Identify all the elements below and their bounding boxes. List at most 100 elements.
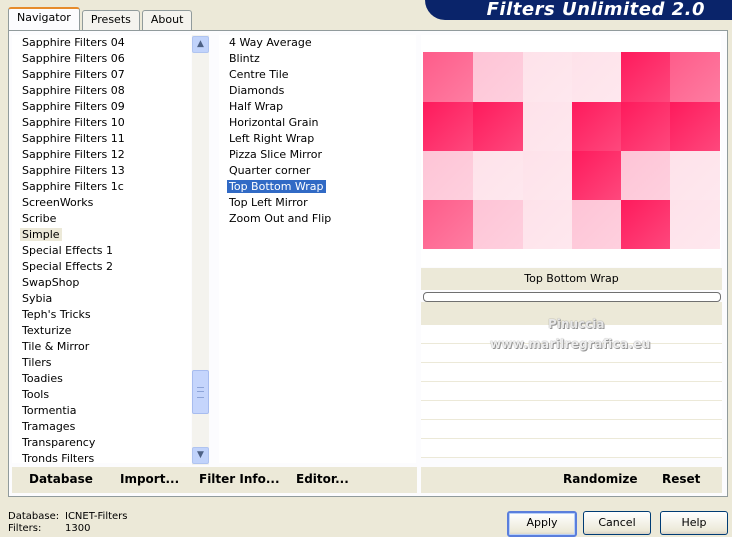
category-label: Toadies	[22, 372, 63, 385]
parameter-row	[421, 439, 722, 458]
filter-list[interactable]: 4 Way Average Blintz Centre Tile Diamonds Ha…	[219, 35, 416, 463]
category-item[interactable]: Tramages	[12, 419, 191, 435]
editor-button[interactable]: Editor...	[296, 472, 349, 486]
category-item[interactable]: Sapphire Filters 08	[12, 83, 191, 99]
category-item[interactable]: Special Effects 2	[12, 259, 191, 275]
left-toolbar: Database Import... Filter Info... Editor…	[12, 467, 417, 493]
import-button[interactable]: Import...	[120, 472, 179, 486]
filter-item[interactable]: Zoom Out and Flip	[219, 211, 416, 227]
scroll-down-button[interactable]: ▼	[192, 447, 209, 464]
preview-tile	[423, 151, 473, 200]
category-item[interactable]: ScreenWorks	[12, 195, 191, 211]
preview-tile	[523, 151, 572, 200]
preview-tile	[572, 102, 621, 151]
filter-item[interactable]: Top Left Mirror	[219, 195, 416, 211]
tab-about[interactable]: About	[141, 10, 193, 30]
scroll-thumb[interactable]	[192, 370, 209, 414]
apply-button[interactable]: Apply	[507, 511, 577, 537]
category-item[interactable]: Sapphire Filters 04	[12, 35, 191, 51]
category-label: Special Effects 2	[22, 260, 114, 273]
category-item[interactable]: Teph's Tricks	[12, 307, 191, 323]
category-item[interactable]: Sapphire Filters 12	[12, 147, 191, 163]
preview-tile	[621, 151, 670, 200]
category-item[interactable]: Sapphire Filters 13	[12, 163, 191, 179]
category-label: Tronds Filters	[22, 452, 95, 463]
category-item[interactable]: Sapphire Filters 07	[12, 67, 191, 83]
category-scrollbar[interactable]: ▲ ▼	[192, 35, 209, 465]
filter-item[interactable]: Pizza Slice Mirror	[219, 147, 416, 163]
filters-label: Filters:	[8, 523, 42, 534]
filter-item[interactable]: Blintz	[219, 51, 416, 67]
category-item[interactable]: Sapphire Filters 09	[12, 99, 191, 115]
category-label: SwapShop	[22, 276, 80, 289]
tab-navigator[interactable]: Navigator	[8, 7, 80, 31]
database-button[interactable]: Database	[29, 472, 93, 486]
category-label: Tramages	[22, 420, 76, 433]
filter-item[interactable]: 4 Way Average	[219, 35, 416, 51]
category-label: Sapphire Filters 06	[22, 52, 125, 65]
category-item[interactable]: Sapphire Filters 06	[12, 51, 191, 67]
filter-label: Blintz	[229, 52, 260, 65]
filter-label: Top Left Mirror	[229, 196, 308, 209]
filter-label: Left Right Wrap	[229, 132, 315, 145]
filter-info-button[interactable]: Filter Info...	[199, 472, 280, 486]
category-label: Sapphire Filters 12	[22, 148, 125, 161]
category-label: Tormentia	[22, 404, 77, 417]
parameter-row	[421, 363, 722, 382]
category-item[interactable]: Simple	[12, 227, 191, 243]
filter-item[interactable]: Diamonds	[219, 83, 416, 99]
category-item[interactable]: Toadies	[12, 371, 191, 387]
preview-tile	[670, 200, 720, 249]
category-item[interactable]: Sapphire Filters 1c	[12, 179, 191, 195]
database-label: Database:	[8, 511, 60, 522]
watermark-url: www.marilregrafica.eu	[490, 337, 651, 351]
category-item[interactable]: Sapphire Filters 11	[12, 131, 191, 147]
category-list[interactable]: Sapphire Filters 04 Sapphire Filters 06 Sa…	[12, 35, 191, 463]
category-item[interactable]: Special Effects 1	[12, 243, 191, 259]
database-value: ICNET-Filters	[65, 511, 128, 522]
filter-item[interactable]: Horizontal Grain	[219, 115, 416, 131]
filter-item[interactable]: Quarter corner	[219, 163, 416, 179]
category-label: Sapphire Filters 10	[22, 116, 125, 129]
category-item[interactable]: Sapphire Filters 10	[12, 115, 191, 131]
category-item[interactable]: Sybia	[12, 291, 191, 307]
scroll-up-button[interactable]: ▲	[192, 36, 209, 53]
filter-item[interactable]: Left Right Wrap	[219, 131, 416, 147]
filter-label: Quarter corner	[229, 164, 311, 177]
progress-bar	[423, 292, 721, 302]
category-item[interactable]: Tronds Filters	[12, 451, 191, 463]
filter-item[interactable]: Centre Tile	[219, 67, 416, 83]
status-info: Database: ICNET-Filters Filters: 1300	[8, 511, 128, 535]
randomize-button[interactable]: Randomize	[563, 472, 637, 486]
preview-tile	[523, 102, 572, 151]
filter-item[interactable]: Half Wrap	[219, 99, 416, 115]
category-label: Special Effects 1	[22, 244, 114, 257]
category-item[interactable]: Texturize	[12, 323, 191, 339]
category-item[interactable]: SwapShop	[12, 275, 191, 291]
category-label: Sapphire Filters 04	[22, 36, 125, 49]
reset-button[interactable]: Reset	[662, 472, 700, 486]
category-item[interactable]: Scribe	[12, 211, 191, 227]
category-item[interactable]: Tile & Mirror	[12, 339, 191, 355]
parameter-row	[421, 401, 722, 420]
filter-label: Pizza Slice Mirror	[229, 148, 323, 161]
preview-tile	[423, 200, 473, 249]
tab-presets[interactable]: Presets	[81, 10, 140, 30]
preview-image	[423, 52, 720, 249]
preview-tile	[523, 52, 572, 102]
category-label: Simple	[20, 228, 62, 241]
category-label: Transparency	[22, 436, 96, 449]
watermark-name: Pinuccia	[548, 317, 605, 331]
preview-tile	[473, 52, 523, 102]
category-item[interactable]: Tilers	[12, 355, 191, 371]
cancel-button[interactable]: Cancel	[583, 511, 651, 535]
category-item[interactable]: Transparency	[12, 435, 191, 451]
preview-tile	[670, 52, 720, 102]
preview-tile	[523, 200, 572, 249]
help-button[interactable]: Help	[660, 511, 728, 535]
filter-item[interactable]: Top Bottom Wrap	[219, 179, 416, 195]
category-item[interactable]: Tools	[12, 387, 191, 403]
category-item[interactable]: Tormentia	[12, 403, 191, 419]
preview-filter-name: Top Bottom Wrap	[421, 268, 722, 290]
preview-tile	[572, 52, 621, 102]
